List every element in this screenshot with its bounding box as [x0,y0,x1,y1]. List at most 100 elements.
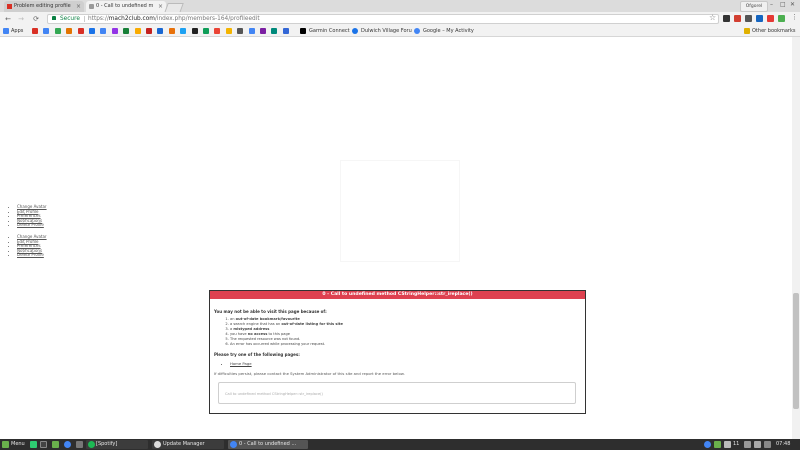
lock-icon [52,16,56,20]
bookmark-icon[interactable] [54,28,61,34]
bookmark-icon[interactable] [77,28,84,34]
profile-menu: Change Avatar Edit Profile Preferences N… [9,234,47,258]
chrome-icon[interactable] [64,441,71,448]
error-message-box: Call to undefined method CStringHelper::… [218,382,576,404]
terminal-icon[interactable] [40,441,47,448]
contact-text: If difficulties persist, please contact … [214,371,405,376]
forward-button[interactable]: → [16,12,26,26]
maximize-button[interactable]: □ [780,1,786,8]
google-icon [414,28,420,34]
url-host: mach2club.com [108,16,155,22]
extension-icon[interactable] [767,15,774,22]
url-scheme: https:// [88,16,109,22]
tab-call-to-undefined[interactable]: 0 - Call to undefined m × [86,1,166,12]
tab-problem-editing[interactable]: Problem editing profile × [4,1,84,12]
bookmark-icon[interactable] [134,28,141,34]
show-desktop-icon[interactable] [30,441,37,448]
user-icon[interactable] [764,441,771,448]
extension-icon[interactable] [745,15,752,22]
tab-label: Problem editing profile [14,3,71,9]
bookmark-icon[interactable] [168,28,175,34]
scrollbar-thumb[interactable] [793,293,799,409]
extension-icon[interactable] [723,15,730,22]
shield-icon [154,441,161,448]
bookmark-icon[interactable] [191,28,198,34]
window-label: 0 - Call to undefined ... [239,441,297,447]
network-icon[interactable] [744,441,751,448]
list-item: Delete Profile [17,223,47,228]
other-bookmarks[interactable]: Other bookmarks [752,27,795,36]
extension-icon[interactable] [778,15,785,22]
error-heading: 0 - Call to undefined method CStringHelp… [210,291,585,299]
volume-icon[interactable] [724,441,731,448]
bookmark-icon[interactable] [214,28,221,34]
folder-icon [744,28,750,34]
close-window-button[interactable]: ✕ [790,1,795,8]
list-item: An error has occurred while processing y… [230,342,343,347]
bookmark-icon[interactable] [248,28,255,34]
url-path: /index.php/members-164/profileedit [154,16,260,22]
try-heading: Please try one of the following pages: [214,352,300,357]
google-icon[interactable] [43,28,50,34]
notification-count: 11 [733,441,740,447]
extension-icon[interactable] [756,15,763,22]
delete-profile-link[interactable]: Delete Profile [17,222,44,228]
window-label: Update Manager [163,441,205,447]
bookmark-icon[interactable] [157,28,164,34]
close-icon[interactable]: × [158,1,163,12]
forum-icon [352,28,358,34]
apps-icon [3,28,9,34]
bookmark-icon[interactable] [260,28,266,34]
gmail-icon [7,4,12,9]
profile-button[interactable]: Ofgorel [740,1,768,12]
bookmark-icon[interactable] [146,28,152,34]
gmail-icon[interactable] [32,28,38,34]
google-icon[interactable] [100,28,107,34]
url-text[interactable]: https://mach2club.com/index.php/members-… [88,14,260,24]
shield-check-icon[interactable] [714,441,721,448]
app-icon[interactable] [76,441,83,448]
bookmark-icon[interactable] [123,28,130,34]
close-icon[interactable]: × [76,1,81,12]
error-intro: You may not be able to visit this page b… [214,309,327,314]
bookmark-icon[interactable] [271,28,278,34]
files-icon[interactable] [52,441,59,448]
bookmark-icon[interactable] [225,28,232,34]
menu-icon[interactable]: ⋮ [791,13,798,21]
bookmark-icon[interactable] [282,28,289,34]
bookmark-icon[interactable] [203,28,209,34]
profile-menu: Change Avatar Edit Profile Preferences N… [9,204,47,228]
tab-label: 0 - Call to undefined m [96,3,154,9]
divider [84,16,85,22]
bookmark-google-activity[interactable]: Google – My Activity [423,27,474,36]
delete-profile-link[interactable]: Delete Profile [17,252,44,258]
home-page-link[interactable]: Home Page [230,361,252,366]
bookmark-dulwich[interactable]: Dulwich Village Foru [361,27,412,36]
menu-button[interactable]: Menu [11,439,25,450]
bookmark-icon[interactable] [111,28,118,34]
minimize-button[interactable]: – [770,1,773,8]
error-reasons: an out-of-date bookmark/favourite a sear… [222,317,343,348]
back-button[interactable]: ← [3,12,13,26]
bookmark-garmin[interactable]: Garmin Connect [309,27,350,36]
chrome-icon [230,441,237,448]
page-icon [89,4,94,9]
reload-button[interactable]: ⟳ [31,12,41,26]
list-item: Delete Profile [17,253,47,258]
clock: 07:48 [776,441,791,447]
twitter-icon[interactable] [180,28,187,34]
battery-icon[interactable] [754,441,761,448]
star-icon[interactable]: ☆ [709,13,716,22]
chrome-tray-icon[interactable] [704,441,711,448]
pocket-icon[interactable] [734,15,741,22]
suggested-links: Home Page [222,361,252,366]
module-placeholder [340,160,460,262]
bookmark-icon[interactable] [89,28,95,34]
bookmark-icon[interactable] [66,28,73,34]
bookmark-icon[interactable] [237,28,244,34]
mint-menu-icon[interactable] [2,441,9,448]
bookmark-apps[interactable]: Apps [11,27,23,36]
spotify-icon [88,441,95,448]
secure-label: Secure [60,16,80,22]
window-label: [Spotify] [96,441,118,447]
